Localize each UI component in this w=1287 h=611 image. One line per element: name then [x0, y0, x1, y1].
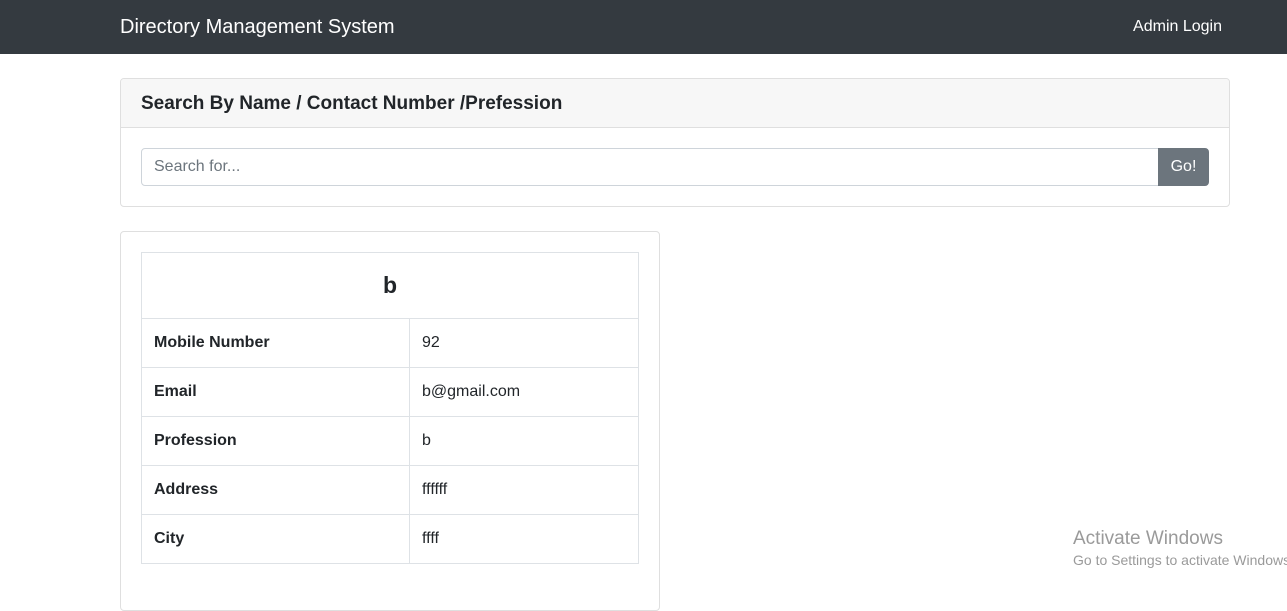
table-row: Mobile Number 92 — [141, 318, 639, 368]
row-label-mobile: Mobile Number — [141, 318, 410, 368]
search-input[interactable] — [141, 148, 1159, 186]
table-row: Profession b — [141, 416, 639, 466]
row-label-profession: Profession — [141, 416, 410, 466]
row-value-city: ffff — [409, 514, 639, 564]
row-value-address: ffffff — [409, 465, 639, 515]
table-row: City ffff — [141, 514, 639, 564]
table-title-row: b — [141, 252, 639, 319]
row-value-profession: b — [409, 416, 639, 466]
top-navbar: Directory Management System Admin Login — [0, 0, 1287, 54]
watermark-title: Activate Windows — [1073, 528, 1223, 549]
row-label-email: Email — [141, 367, 410, 417]
watermark-subtitle: Go to Settings to activate Windows. — [1073, 552, 1287, 568]
row-value-email: b@gmail.com — [409, 367, 639, 417]
row-label-address: Address — [141, 465, 410, 515]
row-label-city: City — [141, 514, 410, 564]
brand-link[interactable]: Directory Management System — [120, 14, 395, 40]
search-card-header: Search By Name / Contact Number /Prefess… — [121, 79, 1229, 128]
search-card: Search By Name / Contact Number /Prefess… — [120, 78, 1230, 207]
search-card-body: Go! — [121, 128, 1229, 186]
search-heading: Search By Name / Contact Number /Prefess… — [141, 93, 563, 114]
result-card: b Mobile Number 92 Email b@gmail.com Pro… — [120, 231, 660, 611]
activation-watermark: Activate Windows Go to Settings to activ… — [1073, 528, 1287, 570]
admin-login-link[interactable]: Admin Login — [1133, 16, 1222, 38]
table-row: Address ffffff — [141, 465, 639, 515]
person-name: b — [141, 252, 639, 319]
go-button[interactable]: Go! — [1158, 148, 1209, 186]
row-value-mobile: 92 — [409, 318, 639, 368]
table-row: Email b@gmail.com — [141, 367, 639, 417]
detail-table: b Mobile Number 92 Email b@gmail.com Pro… — [141, 252, 639, 564]
